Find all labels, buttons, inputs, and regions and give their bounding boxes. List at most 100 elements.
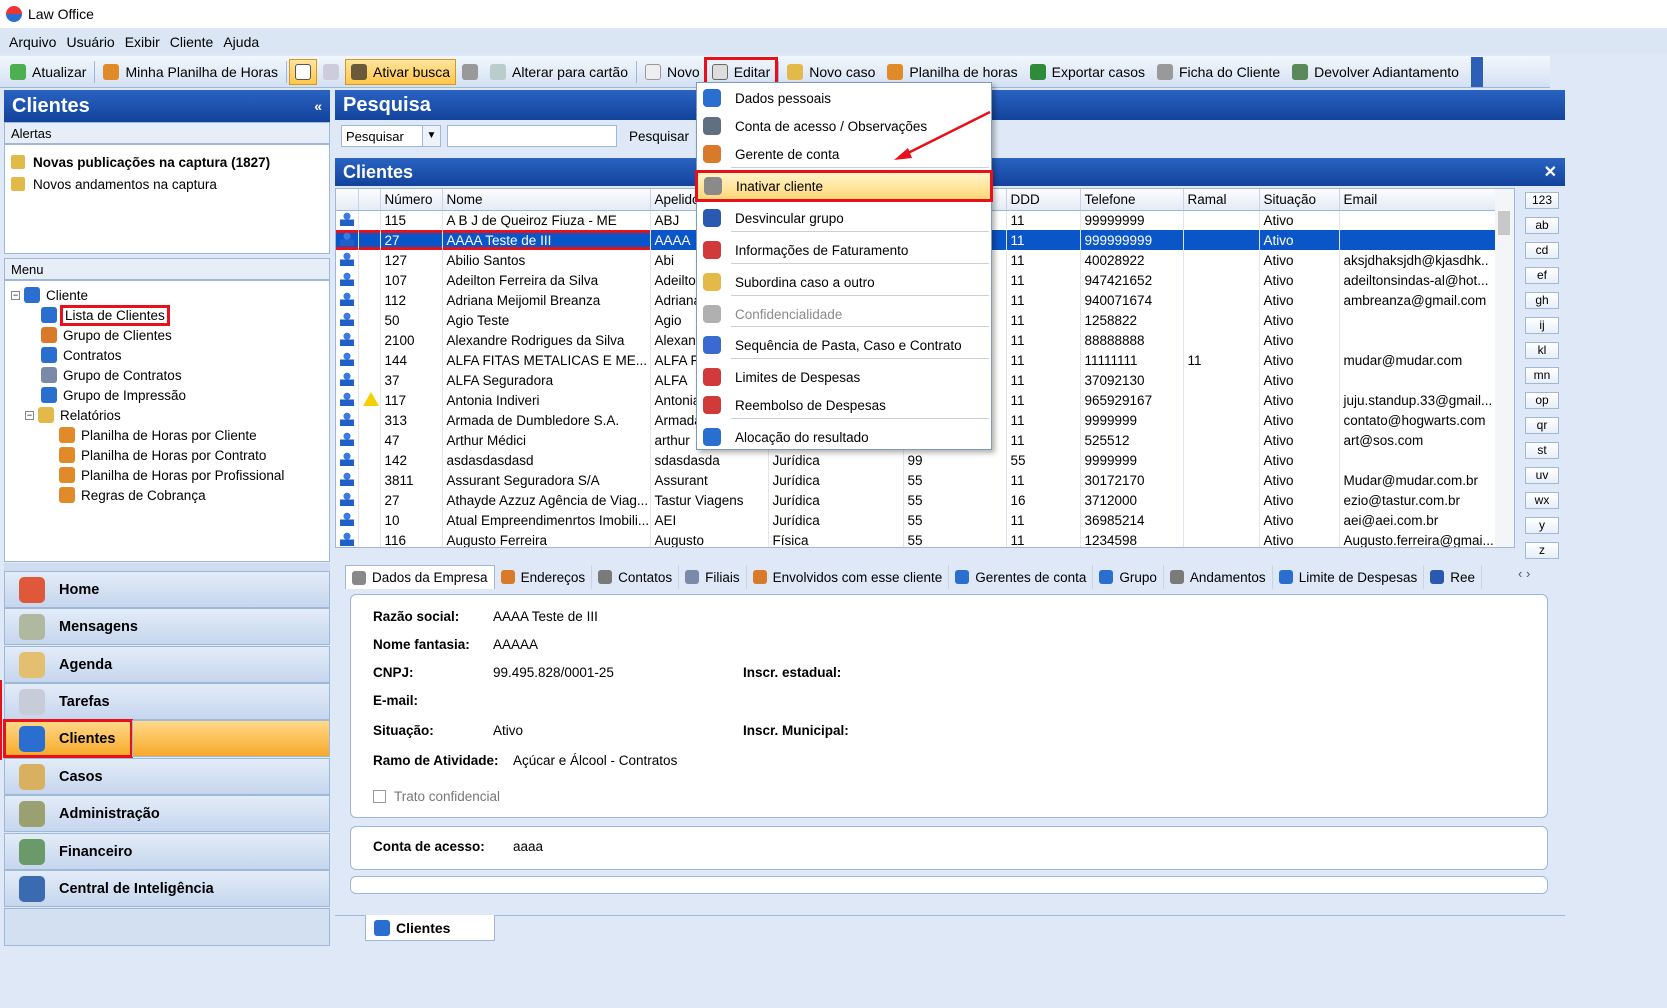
search-input[interactable]	[447, 125, 617, 147]
tree-cliente[interactable]: − Cliente	[11, 285, 323, 305]
menu-cliente[interactable]: Cliente	[165, 34, 219, 50]
menu-exibir[interactable]: Exibir	[120, 34, 165, 50]
devolver-button[interactable]: Devolver Adiantamento	[1286, 59, 1465, 85]
grid-header-1[interactable]: Nome	[442, 189, 651, 211]
panel-splitter[interactable]	[4, 563, 330, 571]
table-row[interactable]: 3811 Assurant Seguradora S/A Assurant Juríd…	[336, 470, 1497, 490]
checkbox-box[interactable]	[373, 790, 386, 803]
menu-item-5[interactable]: Informações de Faturamento	[697, 236, 991, 264]
grid-header-0[interactable]: Número	[380, 189, 443, 211]
tab-6[interactable]: Grupo	[1093, 565, 1164, 589]
alpha-filter-button[interactable]: z	[1525, 542, 1559, 559]
nav-mensagens[interactable]: Mensagens	[4, 608, 330, 645]
tab-7[interactable]: Andamentos	[1164, 565, 1273, 589]
grid-header-6[interactable]: Telefone	[1080, 189, 1184, 211]
alpha-filter-button[interactable]: mn	[1525, 367, 1559, 384]
tree-grupo-impressao[interactable]: Grupo de Impressão	[11, 385, 323, 405]
tab-clientes-bottom[interactable]: Clientes	[365, 915, 495, 941]
novo-caso-button[interactable]: Novo caso	[781, 59, 881, 85]
trato-checkbox[interactable]: Trato confidencial	[373, 789, 500, 804]
menu-ajuda[interactable]: Ajuda	[218, 34, 264, 50]
nav-central[interactable]: Central de Inteligência	[4, 870, 330, 907]
tree-rel-cobranca[interactable]: Regras de Cobrança	[11, 485, 323, 505]
tree-rel-cliente[interactable]: Planilha de Horas por Cliente	[11, 425, 323, 445]
tab-0[interactable]: Dados da Empresa	[345, 565, 495, 589]
nav-home[interactable]: Home	[4, 571, 330, 608]
table-row[interactable]: 27 Athayde Azzuz Agência de Viag... Tastur…	[336, 490, 1497, 510]
atualizar-button[interactable]: Atualizar	[4, 59, 92, 85]
grid-header-5[interactable]: DDD	[1006, 189, 1081, 211]
toolbar-overflow-button[interactable]	[1470, 56, 1483, 87]
search-mode-select[interactable]: Pesquisar ▼	[341, 125, 441, 147]
tab-3[interactable]: Filiais	[679, 565, 747, 589]
grid-scrollbar[interactable]	[1495, 188, 1515, 548]
alpha-filter-button[interactable]: uv	[1525, 467, 1559, 484]
menu-usuario[interactable]: Usuário	[61, 34, 119, 50]
table-row[interactable]: 116 Augusto Ferreira Augusto Física 55 11 1234…	[336, 530, 1497, 547]
tree-relatorios[interactable]: − Relatórios	[11, 405, 323, 425]
tree-grupo-contratos[interactable]: Grupo de Contratos	[11, 365, 323, 385]
alpha-filter-button[interactable]: wx	[1525, 492, 1559, 509]
exportar-button[interactable]: Exportar casos	[1024, 59, 1151, 85]
ficha-button[interactable]: Ficha do Cliente	[1151, 59, 1286, 85]
editar-button[interactable]: Editar	[703, 56, 779, 87]
close-icon[interactable]: ✕	[1544, 162, 1557, 182]
alert-item[interactable]: Novos andamentos na captura	[11, 173, 323, 195]
collapse-toggle[interactable]: −	[11, 290, 20, 300]
menu-item-8[interactable]: Sequência de Pasta, Caso e Contrato	[697, 331, 991, 359]
tab-9[interactable]: Ree	[1424, 565, 1483, 589]
scroll-thumb[interactable]	[1498, 211, 1510, 235]
tab-5[interactable]: Gerentes de conta	[949, 565, 1094, 589]
alpha-filter-button[interactable]: gh	[1525, 292, 1559, 309]
collapse-toggle[interactable]: −	[25, 410, 34, 420]
nav-casos[interactable]: Casos	[4, 758, 330, 795]
alpha-filter-button[interactable]: ij	[1525, 317, 1559, 334]
tree-view-button[interactable]	[317, 59, 345, 85]
ativar-busca-button[interactable]: Ativar busca	[345, 58, 457, 85]
tab-1[interactable]: Endereços	[495, 565, 593, 589]
alpha-filter-button[interactable]: op	[1525, 392, 1559, 409]
tab-4[interactable]: Envolvidos com esse cliente	[747, 565, 950, 589]
menu-item-4[interactable]: Desvincular grupo	[697, 204, 991, 232]
alpha-filter-button[interactable]: y	[1525, 517, 1559, 534]
tab-scroll-arrows[interactable]: ‹ ›	[1518, 566, 1530, 581]
alpha-filter-button[interactable]: ab	[1525, 217, 1559, 234]
nav-clientes[interactable]: Clientes	[3, 719, 133, 758]
tree-rel-profissional[interactable]: Planilha de Horas por Profissional	[11, 465, 323, 485]
list-view-button[interactable]	[289, 58, 317, 85]
tree-lista-clientes[interactable]: Lista de Clientes	[11, 304, 323, 326]
collapse-icon[interactable]: «	[314, 98, 322, 114]
table-row[interactable]: 10 Atual Empreendimenrtos Imobili... AEI Ju…	[336, 510, 1497, 530]
nav-agenda[interactable]: Agenda	[4, 646, 330, 683]
menu-arquivo[interactable]: Arquivo	[4, 34, 61, 50]
chevron-down-icon[interactable]: ▼	[422, 126, 440, 146]
table-row[interactable]: 142 asdasdasdasd sdasdasda Jurídica 99 55 9999…	[336, 450, 1497, 470]
menu-item-9[interactable]: Limites de Despesas	[697, 363, 991, 391]
tab-2[interactable]: Contatos	[592, 565, 680, 589]
tab-8[interactable]: Limite de Despesas	[1273, 565, 1425, 589]
alpha-filter-button[interactable]: kl	[1525, 342, 1559, 359]
menu-item-11[interactable]: Alocação do resultado	[697, 423, 991, 451]
menu-item-3[interactable]: Inativar cliente	[695, 170, 993, 202]
planilha-horas-button[interactable]: Planilha de horas	[881, 59, 1023, 85]
menu-item-6[interactable]: Subordina caso a outro	[697, 268, 991, 296]
print-button[interactable]	[456, 59, 484, 85]
planilha-button[interactable]: Minha Planilha de Horas	[97, 59, 284, 85]
novo-button[interactable]: Novo	[639, 59, 706, 85]
nav-financeiro[interactable]: Financeiro	[4, 833, 330, 870]
alpha-filter-button[interactable]: qr	[1525, 417, 1559, 434]
nav-administracao[interactable]: Administração	[4, 795, 330, 832]
tree-grupo-clientes[interactable]: Grupo de Clientes	[11, 325, 323, 345]
grid-header-9[interactable]: Email	[1339, 189, 1497, 211]
alterar-button[interactable]: Alterar para cartão	[484, 59, 634, 85]
menu-item-10[interactable]: Reembolso de Despesas	[697, 391, 991, 419]
alpha-filter-button[interactable]: cd	[1525, 242, 1559, 259]
tree-contratos[interactable]: Contratos	[11, 345, 323, 365]
alpha-filter-button[interactable]: ef	[1525, 267, 1559, 284]
grid-header-8[interactable]: Situação	[1259, 189, 1340, 211]
alpha-filter-button[interactable]: 123	[1525, 192, 1559, 209]
alert-item[interactable]: Novas publicações na captura (1827)	[11, 151, 323, 173]
alpha-filter-button[interactable]: st	[1525, 442, 1559, 459]
tree-rel-contrato[interactable]: Planilha de Horas por Contrato	[11, 445, 323, 465]
grid-header-7[interactable]: Ramal	[1183, 189, 1260, 211]
